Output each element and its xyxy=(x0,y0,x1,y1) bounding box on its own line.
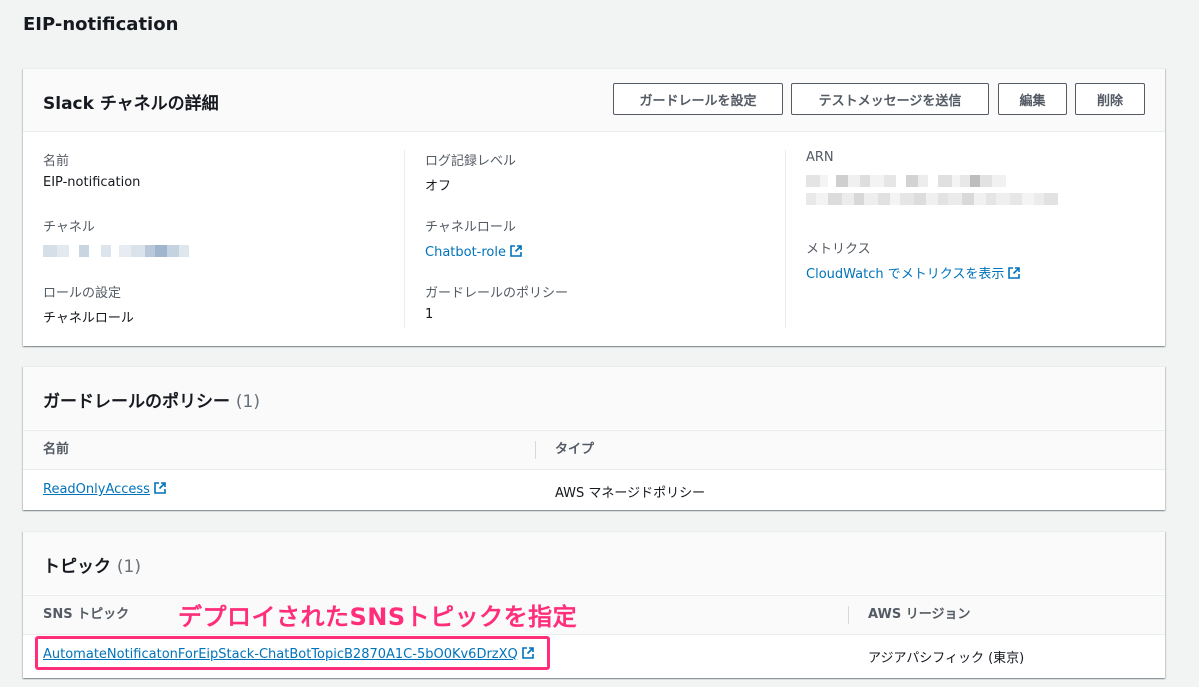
delete-button[interactable]: 削除 xyxy=(1075,83,1145,115)
log-level-label: ログ記録レベル xyxy=(425,154,517,169)
log-level-value: オフ xyxy=(425,179,452,194)
cloudwatch-metrics-link[interactable]: CloudWatch でメトリクスを表示 xyxy=(806,267,1004,282)
policy-name-cell: ReadOnlyAccess xyxy=(23,482,166,497)
set-guardrail-button[interactable]: ガードレールを設定 xyxy=(613,83,783,115)
arn-value-redacted-line-2 xyxy=(806,193,1058,205)
channel-label: チャネル xyxy=(43,220,95,235)
annotation-highlight-box xyxy=(35,636,550,670)
metrics-field: メトリクス CloudWatch でメトリクスを表示 xyxy=(806,238,1021,282)
channel-role-field: チャネルロール Chatbot-role xyxy=(425,216,522,260)
column-header-type[interactable]: タイプ xyxy=(535,431,1165,469)
details-title: Slack チャネルの詳細 xyxy=(43,94,219,114)
policy-type-cell: AWS マネージドポリシー xyxy=(555,486,706,501)
details-panel: Slack チャネルの詳細 ガードレールを設定 テストメッセージを送信 編集 削… xyxy=(23,68,1165,346)
external-link-icon xyxy=(154,482,166,494)
chatbot-role-link[interactable]: Chatbot-role xyxy=(425,245,506,260)
send-test-message-button[interactable]: テストメッセージを送信 xyxy=(791,83,989,115)
table-row: ReadOnlyAccess AWS マネージドポリシー xyxy=(23,470,1165,510)
external-link-icon xyxy=(1008,267,1021,279)
column-header-aws-region[interactable]: AWS リージョン xyxy=(848,596,1165,634)
role-setting-value: チャネルロール xyxy=(43,311,134,326)
guardrail-policy-label: ガードレールのポリシー xyxy=(425,286,569,301)
arn-field: ARN xyxy=(806,150,1058,205)
guardrail-policies-count: (1) xyxy=(235,392,261,412)
channel-field: チャネル xyxy=(43,216,189,257)
aws-region-cell: アジアパシフィック (東京) xyxy=(868,651,1025,666)
guardrail-policy-value: 1 xyxy=(425,307,434,322)
name-field: 名前 EIP-notification xyxy=(43,150,140,190)
name-value: EIP-notification xyxy=(43,175,141,190)
arn-label: ARN xyxy=(806,150,834,165)
details-panel-header: Slack チャネルの詳細 ガードレールを設定 テストメッセージを送信 編集 削… xyxy=(23,69,1165,132)
guardrail-policies-header: ガードレールのポリシー (1) xyxy=(23,367,1165,429)
log-level-field: ログ記録レベル オフ xyxy=(425,150,516,194)
channel-role-label: チャネルロール xyxy=(425,220,516,235)
column-header-name[interactable]: 名前 xyxy=(23,431,535,469)
channel-value-redacted xyxy=(43,245,189,257)
edit-button[interactable]: 編集 xyxy=(998,83,1067,115)
role-setting-label: ロールの設定 xyxy=(43,286,122,301)
guardrail-policies-title: ガードレールのポリシー (1) xyxy=(43,392,261,412)
guardrail-policies-panel: ガードレールのポリシー (1) 名前 タイプ ReadOnlyAccess AW… xyxy=(23,366,1165,510)
guardrail-policy-field: ガードレールのポリシー 1 xyxy=(425,282,568,322)
topics-count: (1) xyxy=(116,557,142,577)
readonlyaccess-link[interactable]: ReadOnlyAccess xyxy=(43,482,150,497)
role-setting-field: ロールの設定 チャネルロール xyxy=(43,282,134,326)
name-label: 名前 xyxy=(43,154,70,169)
topics-header: トピック (1) xyxy=(23,532,1165,594)
guardrail-policies-table-header: 名前 タイプ xyxy=(23,430,1165,470)
details-column-2: ログ記録レベル オフ チャネルロール Chatbot-role ガードレールのポ… xyxy=(404,150,785,328)
details-column-1: 名前 EIP-notification チャネル ロールの設定 チャネルロール xyxy=(23,150,404,330)
page-title: EIP-notification xyxy=(23,14,179,35)
details-column-3: ARN メトリクス CloudWatch でメトリクスを表示 xyxy=(785,150,1165,328)
metrics-label: メトリクス xyxy=(806,242,871,257)
annotation-text: デプロイされたSNSトピックを指定 xyxy=(178,603,578,631)
external-link-icon xyxy=(510,245,522,257)
topics-title: トピック (1) xyxy=(43,557,142,577)
arn-value-redacted-line-1 xyxy=(806,175,1058,187)
